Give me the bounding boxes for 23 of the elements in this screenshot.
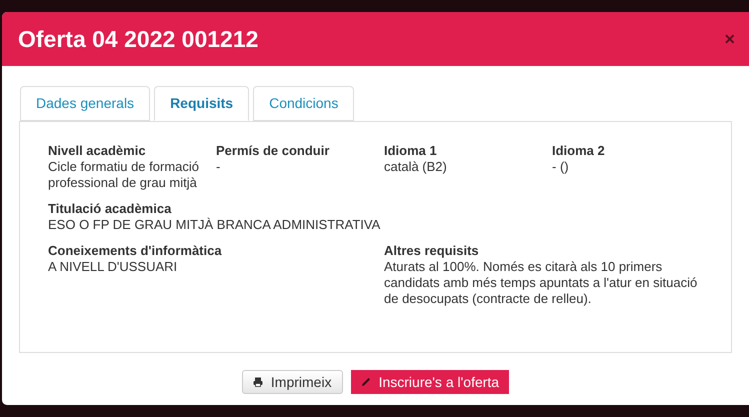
field-value: - [216,159,222,175]
field-label: Idioma 1 [384,143,438,159]
field-value: - () [552,159,570,175]
field-label: Nivell acadèmic [48,143,147,159]
field-label: Coneixements d'informàtica [48,243,223,259]
close-button[interactable]: × [724,30,735,48]
printer-icon [252,377,263,387]
tab[interactable]: Requisits [154,86,250,121]
dialog-title: Oferta 04 2022 001212 [18,24,258,54]
tab[interactable]: Dades generals [20,86,150,121]
pencil-icon [360,377,371,387]
field-label: Idioma 2 [552,143,606,159]
apply-button[interactable]: Inscriure's a l'oferta [350,370,510,394]
print-button[interactable]: Imprimeix [242,370,343,394]
field-value: ESO O FP DE GRAU MITJÀ BRANCA ADMINISTRATIVA [48,217,382,233]
field-value: A NIVELL D'USSUARI [48,259,178,275]
field-label: Titulació acadèmica [48,201,172,217]
field-label: Altres requisits [384,243,480,259]
field-value: Cicle formatiu de formació professional de grau mitjà [48,159,200,191]
tab[interactable]: Condicions [253,86,354,121]
field-value: Aturats al 100%. Només es citarà als 10 primers candidats amb més temps apuntats a l'atur en situació de desocupats (contracte de relleu). [384,259,698,307]
field-value: català (B2) [384,159,448,175]
field-label: Permís de conduir [216,143,330,159]
